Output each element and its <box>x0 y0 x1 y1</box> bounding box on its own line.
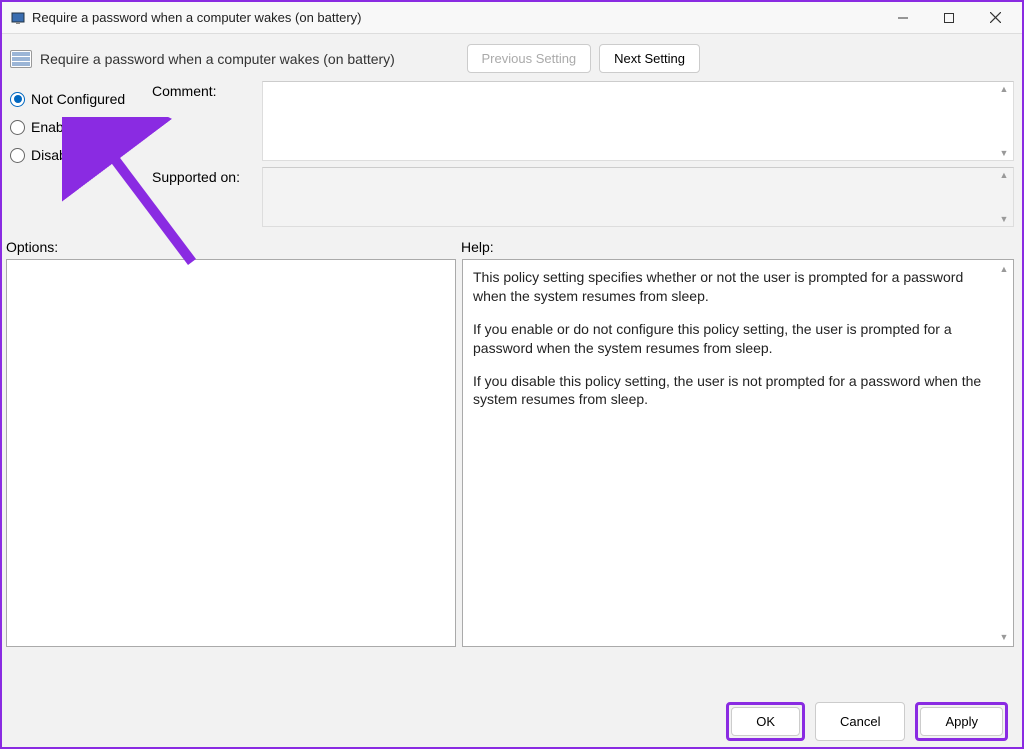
comment-label: Comment: <box>152 81 252 99</box>
radio-label: Enabled <box>31 119 82 135</box>
supported-on-box: ▲▼ <box>262 167 1014 227</box>
pane-labels: Options: Help: <box>2 231 1022 259</box>
titlebar: Require a password when a computer wakes… <box>2 2 1022 34</box>
supported-label: Supported on: <box>152 167 252 185</box>
cancel-button[interactable]: Cancel <box>815 702 905 741</box>
radio-indicator-icon <box>10 148 25 163</box>
options-label: Options: <box>6 239 461 255</box>
radio-indicator-icon <box>10 92 25 107</box>
help-paragraph: If you disable this policy setting, the … <box>473 372 993 410</box>
comment-textarea[interactable]: ▲▼ <box>262 81 1014 161</box>
header-row: Require a password when a computer wakes… <box>2 34 1022 81</box>
setting-nav: Previous Setting Next Setting <box>467 44 701 73</box>
window-title: Require a password when a computer wakes… <box>32 10 880 25</box>
help-pane: This policy setting specifies whether or… <box>462 259 1014 647</box>
dialog-footer: OK Cancel Apply <box>726 702 1008 741</box>
ok-button[interactable]: OK <box>731 707 800 736</box>
help-label: Help: <box>461 239 494 255</box>
supported-row: Supported on: ▲▼ <box>152 167 1014 227</box>
state-radio-group: Not Configured Enabled Disabled <box>10 81 140 227</box>
panes-row: This policy setting specifies whether or… <box>2 259 1022 647</box>
scrollbar-icon[interactable]: ▲▼ <box>997 170 1011 224</box>
radio-label: Not Configured <box>31 91 125 107</box>
minimize-button[interactable] <box>880 2 926 34</box>
radio-disabled[interactable]: Disabled <box>10 141 140 169</box>
help-paragraph: This policy setting specifies whether or… <box>473 268 993 306</box>
radio-indicator-icon <box>10 120 25 135</box>
close-button[interactable] <box>972 2 1018 34</box>
radio-enabled[interactable]: Enabled <box>10 113 140 141</box>
apply-button[interactable]: Apply <box>920 707 1003 736</box>
policy-title: Require a password when a computer wakes… <box>40 51 395 67</box>
comment-row: Comment: ▲▼ <box>152 81 1014 161</box>
window-controls <box>880 2 1018 34</box>
annotation-highlight: OK <box>726 702 805 741</box>
maximize-button[interactable] <box>926 2 972 34</box>
policy-item-icon <box>10 50 32 68</box>
policy-editor-icon <box>10 10 26 26</box>
state-config-area: Not Configured Enabled Disabled Comment:… <box>2 81 1022 231</box>
fields-column: Comment: ▲▼ Supported on: ▲▼ <box>152 81 1014 227</box>
radio-label: Disabled <box>31 147 85 163</box>
previous-setting-button[interactable]: Previous Setting <box>467 44 592 73</box>
scrollbar-icon[interactable]: ▲▼ <box>997 84 1011 158</box>
options-pane <box>6 259 456 647</box>
next-setting-button[interactable]: Next Setting <box>599 44 700 73</box>
scrollbar-icon[interactable]: ▲▼ <box>997 263 1011 643</box>
help-paragraph: If you enable or do not configure this p… <box>473 320 993 358</box>
annotation-highlight: Apply <box>915 702 1008 741</box>
radio-not-configured[interactable]: Not Configured <box>10 85 140 113</box>
